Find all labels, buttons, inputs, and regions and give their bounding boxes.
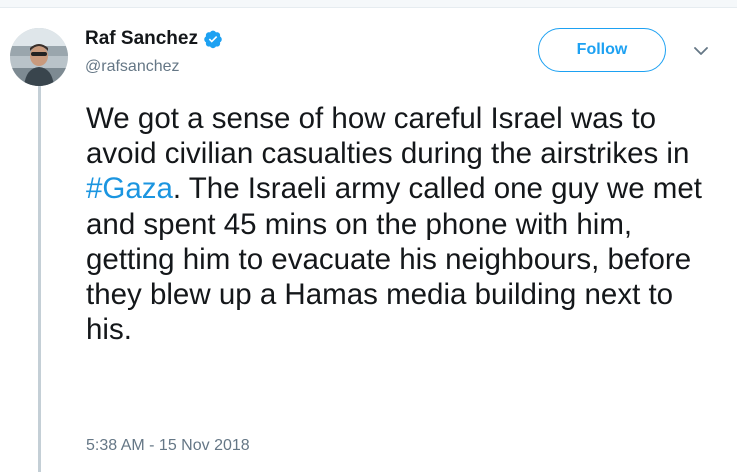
thread-line xyxy=(38,84,41,472)
more-options-button[interactable] xyxy=(690,40,712,62)
tweet-text-before: We got a sense of how careful Israel was… xyxy=(86,102,690,171)
tweet-text: We got a sense of how careful Israel was… xyxy=(86,101,726,347)
chevron-down-icon xyxy=(694,46,708,55)
author-name-row[interactable]: Raf Sanchez xyxy=(85,27,223,51)
tweet-timestamp[interactable]: 5:38 AM - 15 Nov 2018 xyxy=(86,437,250,455)
avatar[interactable] xyxy=(10,28,68,86)
verified-badge-icon xyxy=(204,30,222,49)
author-display-name[interactable]: Raf Sanchez xyxy=(85,28,198,50)
author-handle[interactable]: @rafsanchez xyxy=(85,58,180,76)
hashtag-link[interactable]: #Gaza xyxy=(86,172,173,205)
top-strip xyxy=(0,0,737,8)
follow-button[interactable]: Follow xyxy=(538,28,666,72)
avatar-image xyxy=(10,28,68,86)
tweet-card: Raf Sanchez @rafsanchez Follow We got a … xyxy=(0,0,737,472)
tweet-text-after: . The Israeli army called one guy we met… xyxy=(86,172,702,347)
